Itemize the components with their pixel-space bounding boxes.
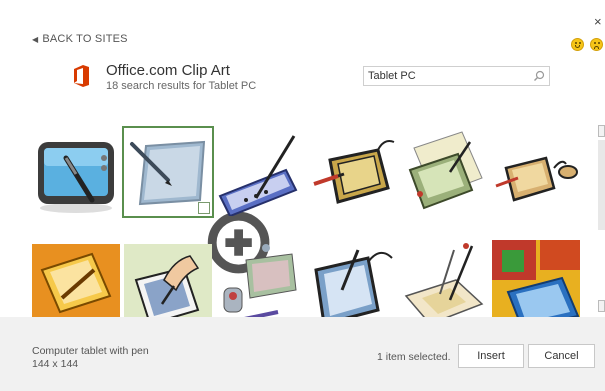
scroll-up-button[interactable]	[598, 125, 605, 137]
clip-art-tile[interactable]	[32, 240, 120, 328]
clip-art-tile[interactable]	[216, 240, 304, 328]
scroll-down-button[interactable]	[598, 300, 605, 312]
back-to-sites-label: BACK TO SITES	[42, 33, 128, 45]
clip-art-tile[interactable]	[32, 128, 120, 216]
search-input[interactable]	[368, 69, 528, 83]
tablet-and-drive-icon	[223, 244, 297, 324]
search-box	[363, 66, 550, 86]
frown-icon[interactable]	[590, 38, 603, 51]
tablet-and-mouse-icon	[495, 156, 578, 202]
tablet-screen-pen-icon	[38, 142, 114, 213]
clip-art-tile[interactable]	[124, 240, 212, 328]
smile-icon[interactable]	[571, 38, 584, 51]
hand-pen-tablet-icon	[124, 244, 212, 328]
tablet-on-paper-icon	[408, 131, 483, 210]
source-title: Office.com Clip Art	[106, 62, 230, 79]
drawing-tablet-cartoon-icon	[313, 140, 395, 204]
clip-art-tile[interactable]	[400, 128, 488, 216]
search-icon[interactable]	[533, 70, 545, 82]
cancel-button[interactable]: Cancel	[528, 344, 595, 368]
selection-status: 1 item selected.	[377, 351, 451, 363]
results-count: 18 search results for Tablet PC	[106, 80, 257, 92]
pen-drawing-tablet-icon	[404, 243, 484, 325]
close-button[interactable]: ×	[594, 14, 602, 29]
clip-art-tile[interactable]	[122, 126, 270, 274]
stylus-pad-icon	[218, 135, 298, 216]
zoom-in-icon[interactable]	[198, 202, 270, 274]
back-to-sites-link[interactable]: ◀ BACK TO SITES	[32, 33, 128, 45]
clip-art-tile[interactable]	[400, 240, 488, 328]
selected-item-dimensions: 144 x 144	[32, 358, 79, 370]
office-logo-icon	[74, 65, 89, 87]
selected-item-description: Computer tablet with pen	[32, 345, 149, 357]
footer-bar: Computer tablet with pen 144 x 144 1 ite…	[0, 317, 605, 391]
insert-button[interactable]: Insert	[458, 344, 524, 368]
scrollbar-track[interactable]	[598, 140, 605, 230]
tablet-cable-pen-icon	[314, 249, 393, 326]
clip-art-tile[interactable]	[216, 128, 304, 216]
clip-art-tile[interactable]	[308, 240, 396, 328]
clip-art-tile[interactable]	[492, 128, 580, 216]
chevron-left-icon: ◀	[32, 34, 39, 44]
colorful-blocks-icon	[492, 240, 580, 328]
clip-art-tile[interactable]	[492, 240, 580, 328]
clip-art-tile[interactable]	[308, 128, 396, 216]
hand-writing-tablet-icon	[32, 244, 120, 328]
results-grid	[28, 122, 590, 328]
